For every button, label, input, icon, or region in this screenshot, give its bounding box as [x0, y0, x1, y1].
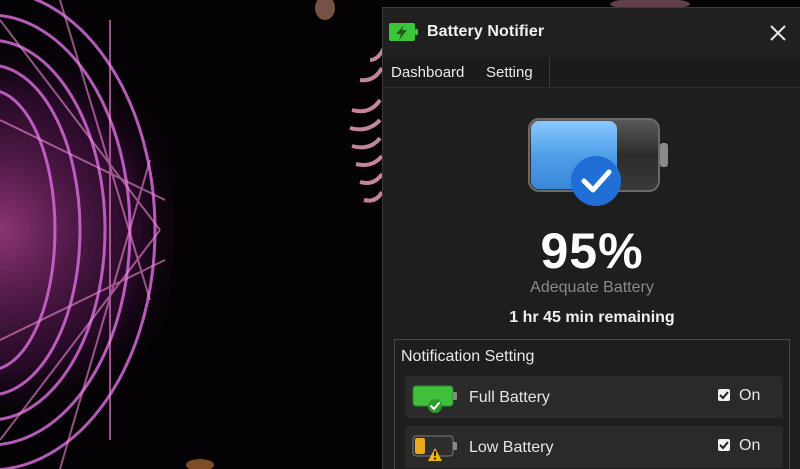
battery-percentage: 95%: [540, 223, 644, 279]
full-battery-toggle-label[interactable]: On: [739, 387, 760, 405]
checkmark-icon: [719, 441, 729, 450]
low-battery-warning-icon: [412, 435, 457, 461]
time-remaining: 1 hr 45 min remaining: [509, 309, 675, 326]
low-battery-row: Low Battery On: [405, 426, 783, 468]
battery-full-check-icon: [528, 118, 668, 206]
full-battery-row: Full Battery On: [405, 376, 783, 418]
low-battery-checkbox[interactable]: [718, 439, 730, 451]
menu-bar: Dashboard Setting: [383, 58, 800, 88]
title-bar[interactable]: Battery Notifier: [383, 8, 800, 58]
close-button[interactable]: [763, 18, 793, 48]
notification-setting-title: Notification Setting: [401, 348, 535, 365]
battery-status: Adequate Battery: [530, 279, 654, 296]
desktop: Battery Notifier Dashboard Setting 95% A…: [0, 0, 800, 469]
window-title: Battery Notifier: [427, 23, 545, 40]
checkmark-icon: [719, 391, 729, 400]
full-battery-label: Full Battery: [469, 389, 550, 406]
menu-divider: [549, 58, 550, 88]
full-battery-icon: [412, 385, 457, 413]
dashboard-panel: 95% Adequate Battery 1 hr 45 min remaini…: [383, 89, 800, 469]
battery-notifier-app-icon: [389, 23, 418, 41]
low-battery-label: Low Battery: [469, 439, 554, 456]
close-icon: [770, 25, 786, 41]
low-battery-toggle-label[interactable]: On: [739, 437, 760, 455]
tab-dashboard[interactable]: Dashboard: [391, 64, 464, 81]
battery-notifier-window: Battery Notifier Dashboard Setting 95% A…: [382, 7, 800, 469]
full-battery-checkbox[interactable]: [718, 389, 730, 401]
tab-setting[interactable]: Setting: [486, 64, 533, 81]
notification-setting-panel: Notification Setting Full Battery On Low…: [394, 339, 790, 469]
